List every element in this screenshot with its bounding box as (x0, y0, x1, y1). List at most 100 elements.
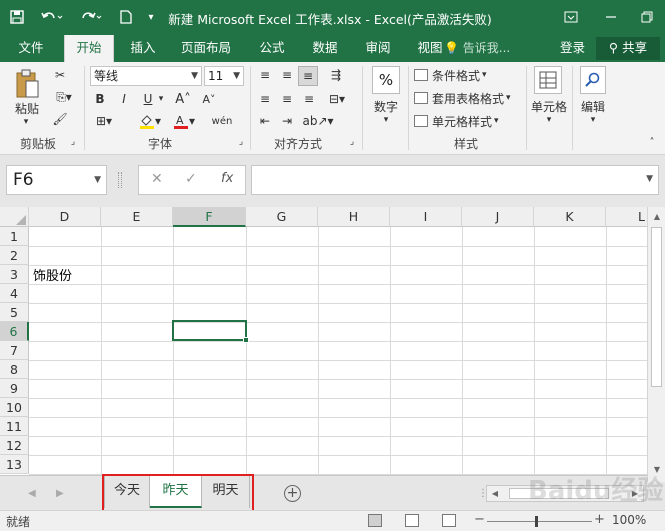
zoom-level[interactable]: 100% (612, 513, 646, 527)
cell-d3[interactable]: 饰股份 (33, 265, 72, 284)
insert-function-icon[interactable]: fx (221, 171, 233, 186)
row-header[interactable]: 2 (0, 246, 29, 265)
row-header[interactable]: 5 (0, 303, 29, 322)
page-break-view-icon[interactable] (442, 514, 456, 527)
row-header[interactable]: 10 (0, 398, 29, 417)
scroll-left-icon[interactable]: ◀ (488, 486, 502, 501)
normal-view-icon[interactable] (368, 514, 382, 527)
decrease-indent-icon[interactable]: ⇤ (256, 112, 274, 130)
font-color-icon[interactable]: A ▾ (170, 112, 198, 130)
cut-icon[interactable]: ✂ (50, 66, 70, 84)
horizontal-scrollbar[interactable]: ◀ ▶ (486, 485, 644, 502)
number-dropdown-icon[interactable]: ▾ (378, 114, 394, 126)
cells-button[interactable]: 单元格 (528, 98, 570, 114)
table-format-button[interactable]: 套用表格格式 ▾ (414, 89, 524, 107)
formula-input[interactable]: ▼ (251, 165, 659, 195)
formula-bar-grip[interactable] (118, 172, 122, 188)
border-icon[interactable]: ⊞▾ (92, 112, 116, 130)
underline-dropdown-icon[interactable]: ▾ (156, 90, 166, 108)
new-file-icon[interactable] (115, 6, 137, 28)
editing-dropdown-icon[interactable]: ▾ (585, 114, 601, 126)
align-center-icon[interactable]: ≡ (278, 90, 296, 108)
align-bottom-icon[interactable]: ≡ (298, 66, 318, 86)
align-top-icon[interactable]: ≡ (256, 66, 274, 84)
orientation-icon[interactable]: ab↗▾ (302, 112, 333, 130)
column-header[interactable]: J (462, 207, 534, 227)
add-sheet-button[interactable]: + (284, 485, 301, 502)
grow-font-icon[interactable]: A˄ (174, 90, 192, 108)
share-button[interactable]: ⚲ 共享 (596, 37, 660, 60)
paste-button[interactable]: 粘贴 (8, 100, 46, 116)
tab-home[interactable]: 开始 (64, 35, 114, 62)
fill-color-icon[interactable]: ▾ (136, 112, 164, 130)
restore-icon[interactable] (636, 6, 658, 28)
zoom-slider[interactable] (487, 516, 592, 527)
save-icon[interactable] (6, 6, 28, 28)
column-header[interactable]: D (29, 207, 101, 227)
cell-styles-button[interactable]: 单元格样式 ▾ (414, 112, 514, 130)
tab-data[interactable]: 数据 (302, 35, 348, 62)
align-middle-icon[interactable]: ≡ (278, 66, 296, 84)
collapse-ribbon-icon[interactable]: ˄ (645, 136, 659, 148)
wrap-text-icon[interactable]: ⇶ (324, 66, 348, 84)
scroll-thumb[interactable] (509, 488, 609, 499)
paste-icon[interactable] (10, 66, 44, 104)
next-sheet-icon[interactable]: ▶ (56, 488, 64, 499)
row-header[interactable]: 13 (0, 455, 29, 474)
select-all-corner[interactable] (0, 207, 29, 227)
zoom-out-button[interactable]: − (474, 512, 485, 527)
tab-insert[interactable]: 插入 (120, 35, 166, 62)
search-icon[interactable] (580, 66, 606, 94)
zoom-in-button[interactable]: + (594, 512, 605, 527)
italic-button[interactable]: I (116, 90, 132, 108)
column-header[interactable]: K (534, 207, 606, 227)
fill-handle[interactable] (243, 337, 249, 343)
column-header[interactable]: E (101, 207, 173, 227)
name-box[interactable]: F6 ▼ (6, 165, 107, 195)
paste-dropdown-icon[interactable]: ▾ (16, 116, 36, 128)
prev-sheet-icon[interactable]: ◀ (28, 488, 36, 499)
row-header[interactable]: 7 (0, 341, 29, 360)
increase-indent-icon[interactable]: ⇥ (278, 112, 296, 130)
row-header[interactable]: 8 (0, 360, 29, 379)
tab-page-layout[interactable]: 页面布局 (175, 35, 237, 62)
row-header[interactable]: 4 (0, 284, 29, 303)
editing-button[interactable]: 编辑 (576, 98, 610, 114)
tab-formulas[interactable]: 公式 (250, 35, 294, 62)
align-left-icon[interactable]: ≡ (256, 90, 274, 108)
scroll-thumb[interactable] (651, 227, 662, 387)
enter-icon[interactable]: ✓ (185, 171, 197, 187)
row-header[interactable]: 11 (0, 417, 29, 436)
ribbon-display-icon[interactable] (560, 6, 582, 28)
phonetic-icon[interactable]: wén (210, 112, 234, 130)
copy-icon[interactable]: ⎘▾ (50, 88, 78, 106)
column-header[interactable]: L (606, 207, 647, 227)
worksheet-grid[interactable]: D E F G H I J K L 1 2 3 4 5 6 7 8 9 10 1… (0, 207, 647, 475)
redo-icon[interactable] (77, 6, 105, 28)
merge-center-icon[interactable]: ⊟▾ (324, 90, 350, 108)
shrink-font-icon[interactable]: A˅ (200, 90, 218, 108)
login-button[interactable]: 登录 (560, 35, 585, 62)
zoom-slider-knob[interactable] (535, 516, 538, 527)
percent-icon[interactable]: % (372, 66, 400, 94)
row-header-selected[interactable]: 6 (0, 322, 29, 341)
page-layout-view-icon[interactable] (405, 514, 419, 527)
minimize-icon[interactable] (600, 6, 622, 28)
vertical-scrollbar[interactable]: ▲ ▼ (647, 207, 665, 482)
row-header[interactable]: 3 (0, 265, 29, 284)
scroll-right-icon[interactable]: ▶ (628, 486, 642, 501)
column-header[interactable]: G (246, 207, 318, 227)
bold-button[interactable]: B (92, 90, 108, 108)
scroll-up-icon[interactable]: ▲ (650, 210, 664, 224)
active-cell-f6[interactable] (172, 320, 249, 343)
column-header[interactable]: H (318, 207, 390, 227)
clipboard-launcher-icon[interactable]: ⌟ (67, 136, 79, 148)
undo-icon[interactable] (38, 6, 66, 28)
underline-button[interactable]: U (140, 90, 156, 108)
tab-file[interactable]: 文件 (8, 35, 54, 62)
row-header[interactable]: 1 (0, 227, 29, 246)
number-format-button[interactable]: 数字 (368, 98, 404, 114)
row-header[interactable]: 9 (0, 379, 29, 398)
chevron-down-icon[interactable]: ▼ (646, 174, 653, 184)
format-painter-icon[interactable]: 🖌 (50, 110, 70, 128)
